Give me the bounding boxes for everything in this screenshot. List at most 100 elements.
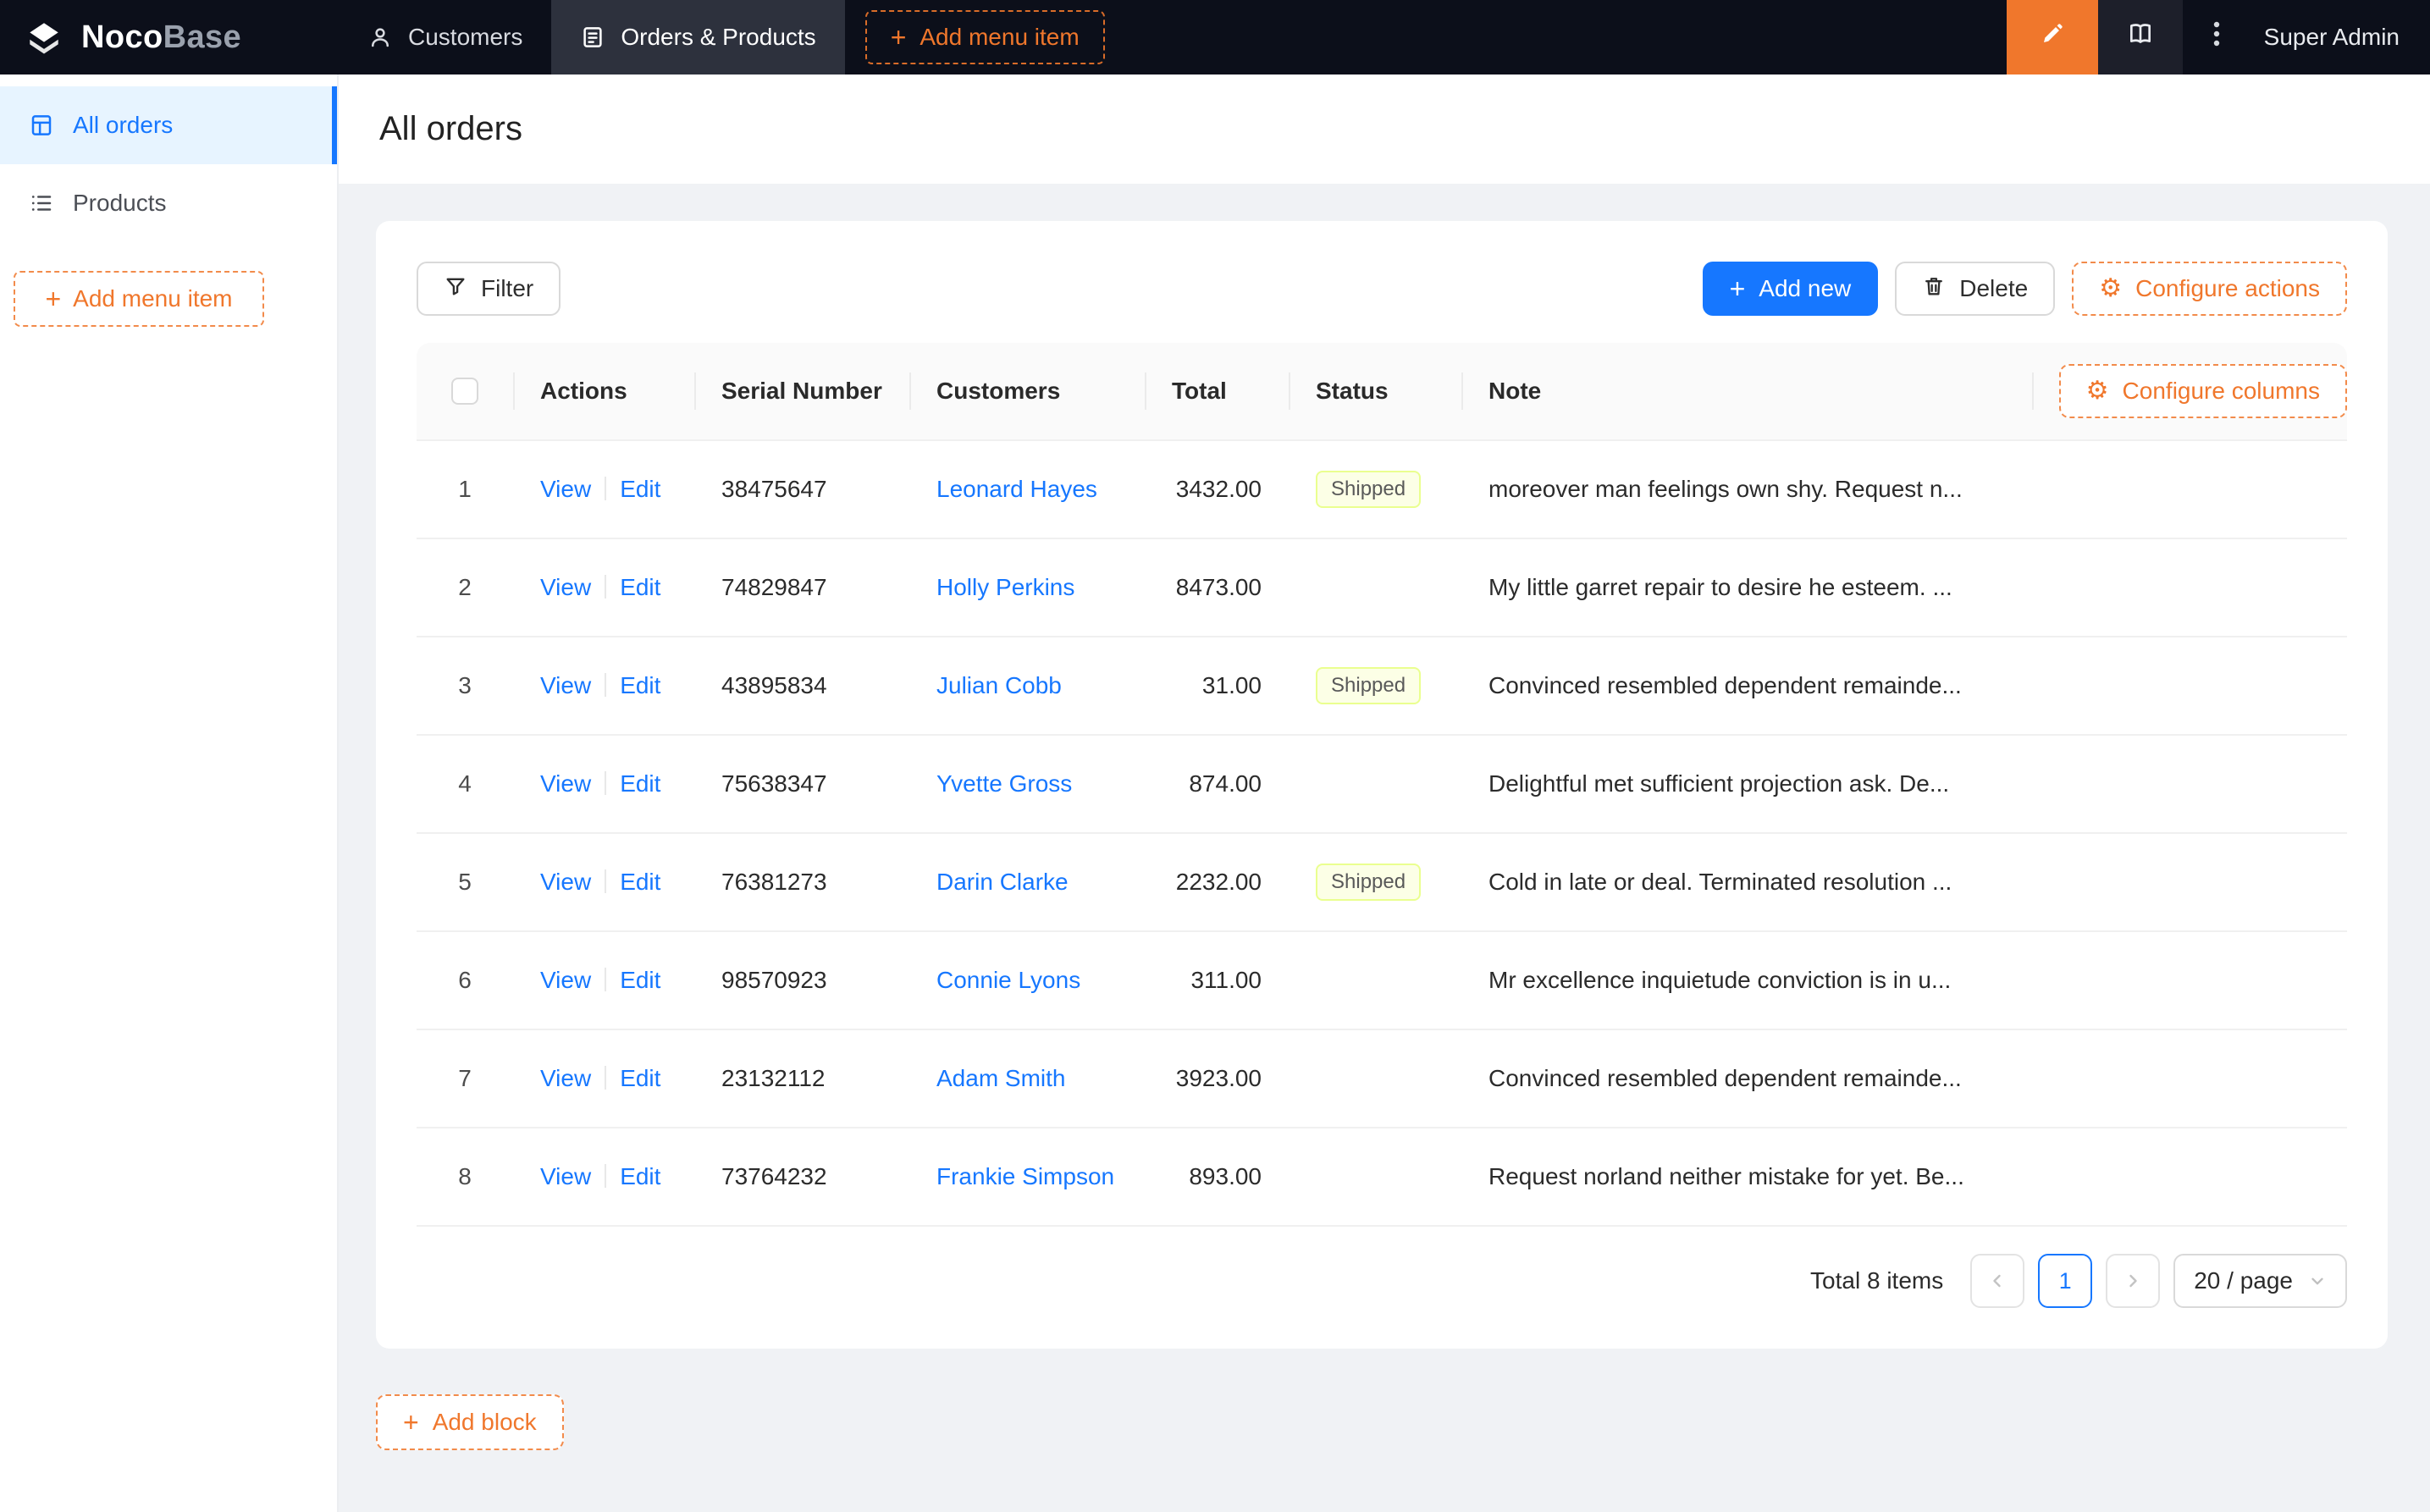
edit-link[interactable]: Edit	[620, 1163, 660, 1189]
page-1-button[interactable]: 1	[2038, 1254, 2093, 1308]
action-divider	[605, 575, 607, 599]
toolbar-right-group: + Add new Delete ⚙ Configure actions	[1702, 262, 2347, 316]
configure-actions-button[interactable]: ⚙ Configure actions	[2072, 262, 2347, 316]
edit-link[interactable]: Edit	[620, 672, 660, 698]
page-size-value: 20 / page	[2194, 1267, 2293, 1294]
pagination-total: Total 8 items	[1810, 1267, 1944, 1294]
row-index: 4	[458, 770, 472, 797]
header-divider	[2031, 372, 2034, 410]
select-all-header	[417, 343, 513, 439]
edit-link[interactable]: Edit	[620, 869, 660, 895]
sidebar-item-all-orders[interactable]: All orders	[0, 86, 337, 164]
header-add-menu-item-button[interactable]: + Add menu item	[864, 10, 1105, 64]
orders-table-icon	[29, 113, 54, 138]
main-content: All orders Filter + Add new Delete ⚙ Con…	[339, 0, 2430, 1450]
book-icon	[2127, 20, 2154, 54]
note-cell: Convinced resembled dependent remainde..…	[1488, 672, 1962, 698]
action-divider	[605, 1066, 607, 1090]
serial-cell: 73764232	[721, 1163, 827, 1189]
status-cell: Shipped	[1289, 667, 1461, 704]
filter-icon	[444, 274, 467, 304]
column-header-serial: Serial Number	[694, 343, 909, 439]
table-row: 8 View Edit 73764232 Frankie Simpson 893.…	[417, 1128, 2347, 1227]
customer-link[interactable]: Julian Cobb	[936, 672, 1062, 698]
row-index: 2	[458, 574, 472, 600]
view-link[interactable]: View	[540, 1163, 591, 1189]
orders-table: Actions Serial Number Customers Total St…	[417, 343, 2347, 1227]
sidebar-add-menu-item-button[interactable]: + Add menu item	[14, 271, 264, 327]
add-block-label: Add block	[432, 1409, 537, 1435]
plus-icon: +	[45, 284, 62, 314]
note-cell: Convinced resembled dependent remainde..…	[1488, 1065, 1962, 1091]
add-new-button[interactable]: + Add new	[1702, 262, 1879, 316]
action-divider	[605, 673, 607, 697]
user-menu[interactable]: Super Admin	[2251, 24, 2430, 51]
edit-link[interactable]: Edit	[620, 967, 660, 993]
sidebar-item-label: Products	[73, 190, 167, 216]
logo-noco: Noco	[81, 19, 163, 55]
gear-icon: ⚙	[2085, 377, 2109, 405]
customer-link[interactable]: Holly Perkins	[936, 574, 1074, 600]
configure-columns-button[interactable]: ⚙ Configure columns	[2058, 364, 2347, 418]
customer-link[interactable]: Leonard Hayes	[936, 476, 1097, 502]
status-tag: Shipped	[1316, 864, 1422, 901]
nav-item-customers[interactable]: Customers	[339, 0, 551, 74]
select-all-checkbox[interactable]	[451, 378, 478, 405]
delete-button[interactable]: Delete	[1895, 262, 2056, 316]
column-header-actions: Actions	[513, 343, 694, 439]
edit-link[interactable]: Edit	[620, 574, 660, 600]
view-link[interactable]: View	[540, 967, 591, 993]
trash-icon	[1922, 274, 1946, 304]
plus-icon: +	[1729, 273, 1746, 304]
logo-base: Base	[163, 19, 242, 55]
serial-cell: 75638347	[721, 770, 827, 797]
sidebar-item-products[interactable]: Products	[0, 164, 337, 242]
more-menu-button[interactable]	[2183, 0, 2251, 74]
customer-link[interactable]: Darin Clarke	[936, 869, 1069, 895]
total-cell: 311.00	[1190, 967, 1262, 993]
nav-item-label: Orders & Products	[621, 24, 816, 50]
content-area: Filter + Add new Delete ⚙ Configure acti…	[339, 184, 2430, 1450]
view-link[interactable]: View	[540, 770, 591, 797]
note-cell: Request norland neither mistake for yet.…	[1488, 1163, 1964, 1189]
view-link[interactable]: View	[540, 1065, 591, 1091]
previous-page-button[interactable]	[1970, 1254, 2025, 1308]
customer-link[interactable]: Frankie Simpson	[936, 1163, 1114, 1189]
delete-label: Delete	[1959, 275, 2029, 301]
total-cell: 3923.00	[1175, 1065, 1262, 1091]
configure-columns-area: ⚙ Configure columns	[2031, 343, 2347, 439]
app-logo[interactable]: NocoBase	[0, 0, 339, 74]
row-actions: View Edit	[513, 574, 694, 601]
add-block-button[interactable]: + Add block	[376, 1394, 564, 1450]
customer-link[interactable]: Connie Lyons	[936, 967, 1080, 993]
total-cell: 874.00	[1189, 770, 1262, 797]
customer-cell: Julian Cobb	[909, 672, 1145, 699]
view-link[interactable]: View	[540, 869, 591, 895]
edit-link[interactable]: Edit	[620, 770, 660, 797]
customer-link[interactable]: Adam Smith	[936, 1065, 1066, 1091]
view-link[interactable]: View	[540, 476, 591, 502]
edit-link[interactable]: Edit	[620, 476, 660, 502]
view-link[interactable]: View	[540, 672, 591, 698]
note-cell: moreover man feelings own shy. Request n…	[1488, 476, 1963, 502]
view-link[interactable]: View	[540, 574, 591, 600]
ui-editor-button[interactable]	[2006, 0, 2098, 74]
row-index: 5	[458, 869, 472, 895]
action-divider	[605, 771, 607, 795]
row-index: 3	[458, 672, 472, 698]
table-toolbar: Filter + Add new Delete ⚙ Configure acti…	[417, 262, 2347, 316]
row-actions: View Edit	[513, 770, 694, 797]
edit-link[interactable]: Edit	[620, 1065, 660, 1091]
filter-button[interactable]: Filter	[417, 262, 561, 316]
customer-link[interactable]: Yvette Gross	[936, 770, 1072, 797]
sidebar-item-label: All orders	[73, 112, 174, 138]
pagination: Total 8 items 1 20 / page	[417, 1254, 2347, 1308]
page-size-select[interactable]: 20 / page	[2173, 1254, 2347, 1308]
collections-button[interactable]	[2097, 0, 2183, 74]
next-page-button[interactable]	[2106, 1254, 2161, 1308]
add-menu-item-label: Add menu item	[920, 24, 1080, 50]
nav-item-orders-products[interactable]: Orders & Products	[551, 0, 845, 74]
plus-icon: +	[890, 22, 907, 52]
add-menu-item-label: Add menu item	[73, 285, 233, 312]
highlighter-icon	[2039, 20, 2066, 54]
